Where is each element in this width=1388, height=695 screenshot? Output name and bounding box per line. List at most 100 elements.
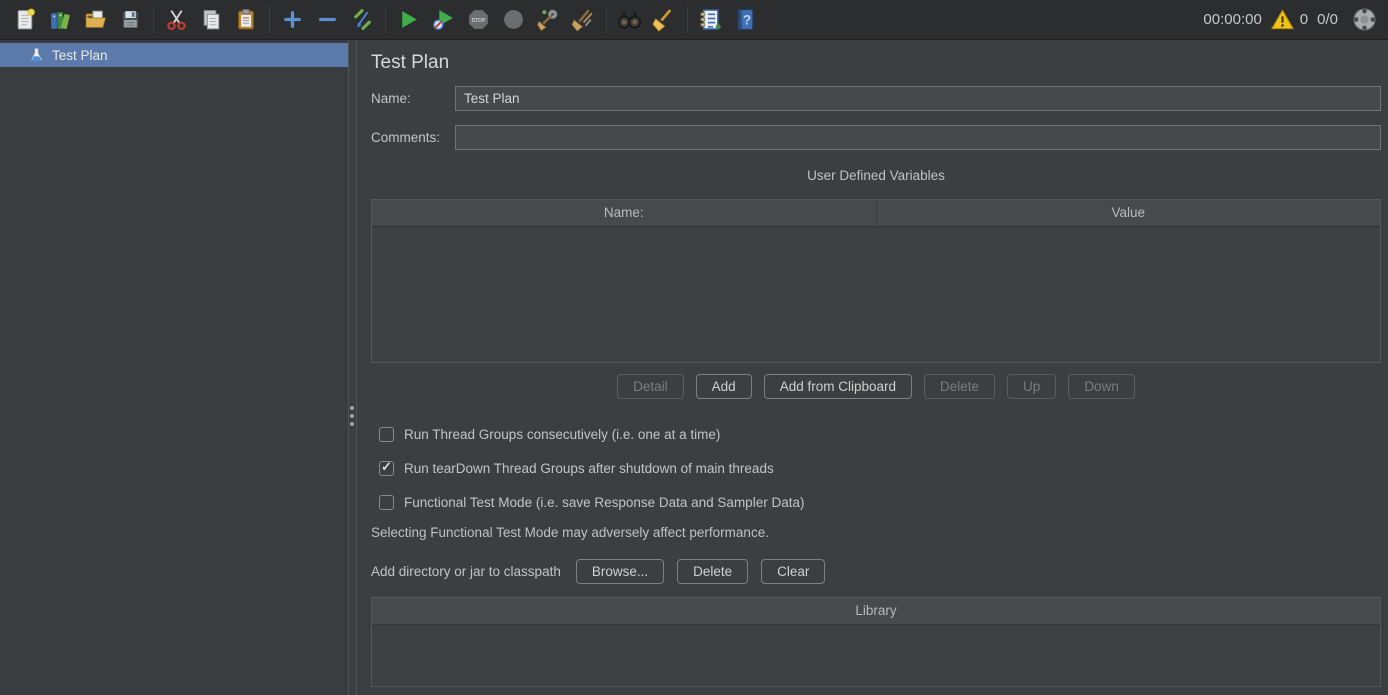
- page-title: Test Plan: [371, 52, 1381, 74]
- library-table: Library: [371, 597, 1381, 687]
- checkbox-icon[interactable]: [379, 495, 394, 510]
- function-helper-button[interactable]: [695, 5, 725, 35]
- save-button[interactable]: [115, 5, 145, 35]
- test-timer: 00:00:00: [1203, 11, 1261, 28]
- start-no-timers-button[interactable]: [428, 5, 458, 35]
- toggle-icon: [350, 7, 375, 32]
- splitter-grip-icon[interactable]: [350, 406, 354, 426]
- cut-icon: [164, 7, 189, 32]
- svg-text:STOP: STOP: [471, 18, 486, 24]
- checkbox-label: Functional Test Mode (i.e. save Response…: [404, 495, 804, 510]
- start-icon: [396, 7, 421, 32]
- clear-icon: [536, 7, 561, 32]
- add-button[interactable]: Add: [696, 374, 752, 399]
- log-errors-indicator[interactable]: 0: [1271, 9, 1308, 30]
- browse-button[interactable]: Browse...: [576, 559, 664, 584]
- checkbox-icon[interactable]: [379, 427, 394, 442]
- shutdown-button: [498, 5, 528, 35]
- save-icon: [118, 7, 143, 32]
- warning-icon: [1271, 9, 1294, 30]
- name-label: Name:: [371, 91, 455, 106]
- udv-buttons: Detail Add Add from Clipboard Delete Up …: [371, 374, 1381, 399]
- checkbox-label: Run Thread Groups consecutively (i.e. on…: [404, 427, 720, 442]
- udv-table-header: Name: Value: [372, 200, 1380, 227]
- function-helper-icon: [698, 7, 723, 32]
- detail-button[interactable]: Detail: [617, 374, 684, 399]
- svg-text:?: ?: [742, 13, 750, 28]
- test-plan-flask-icon: [29, 47, 44, 63]
- name-row: Name:: [371, 86, 1381, 111]
- up-button[interactable]: Up: [1007, 374, 1056, 399]
- content-area: Test Plan Test Plan Name: Comments: User…: [0, 40, 1388, 695]
- toolbar-separator: [269, 7, 270, 33]
- search-button[interactable]: [614, 5, 644, 35]
- add-from-clipboard-button[interactable]: Add from Clipboard: [764, 374, 912, 399]
- test-plan-tree: Test Plan: [0, 40, 348, 695]
- toolbar-separator: [153, 7, 154, 33]
- checkbox-icon[interactable]: [379, 461, 394, 476]
- clear-classpath-button[interactable]: Clear: [761, 559, 825, 584]
- templates-button[interactable]: [45, 5, 75, 35]
- tree-item-test-plan[interactable]: Test Plan: [0, 43, 348, 67]
- splitter[interactable]: [348, 40, 357, 695]
- copy-button[interactable]: [196, 5, 226, 35]
- clear-button[interactable]: [533, 5, 563, 35]
- udv-column-value[interactable]: Value: [876, 200, 1381, 226]
- clear-all-icon: [571, 7, 596, 32]
- checkbox-run-teardown[interactable]: Run tearDown Thread Groups after shutdow…: [371, 460, 1381, 477]
- start-no-timers-icon: [431, 7, 456, 32]
- functional-mode-note: Selecting Functional Test Mode may adver…: [371, 525, 1381, 542]
- paste-button[interactable]: [231, 5, 261, 35]
- new-file-button[interactable]: [10, 5, 40, 35]
- toggle-button[interactable]: [347, 5, 377, 35]
- name-input[interactable]: [455, 86, 1381, 111]
- checkbox-functional-test-mode[interactable]: Functional Test Mode (i.e. save Response…: [371, 494, 1381, 511]
- open-file-button[interactable]: [80, 5, 110, 35]
- udv-column-name[interactable]: Name:: [372, 200, 876, 226]
- checkbox-label: Run tearDown Thread Groups after shutdow…: [404, 461, 774, 476]
- search-icon: [617, 7, 642, 32]
- test-state-wheel-icon: [1351, 6, 1378, 33]
- toolbar-separator: [606, 7, 607, 33]
- library-column: Library: [372, 598, 1380, 624]
- delete-variable-button[interactable]: Delete: [924, 374, 995, 399]
- search-reset-button[interactable]: [649, 5, 679, 35]
- help-icon: ?: [733, 7, 758, 32]
- comments-label: Comments:: [371, 130, 455, 145]
- expand-all-icon: [280, 7, 305, 32]
- log-error-count: 0: [1300, 11, 1308, 28]
- test-plan-panel: Test Plan Name: Comments: User Defined V…: [357, 40, 1388, 695]
- comments-input[interactable]: [455, 125, 1381, 150]
- clear-all-button[interactable]: [568, 5, 598, 35]
- toolbar-separator: [687, 7, 688, 33]
- cut-button[interactable]: [161, 5, 191, 35]
- open-file-icon: [83, 7, 108, 32]
- udv-table-body[interactable]: [372, 227, 1380, 362]
- shutdown-icon: [501, 7, 526, 32]
- toolbar-status: 00:00:00 0 0/0: [1203, 6, 1378, 33]
- start-button[interactable]: [393, 5, 423, 35]
- search-reset-icon: [652, 7, 677, 32]
- run-options: Run Thread Groups consecutively (i.e. on…: [371, 426, 1381, 511]
- down-button[interactable]: Down: [1068, 374, 1135, 399]
- help-button[interactable]: ?: [730, 5, 760, 35]
- templates-icon: [48, 7, 73, 32]
- library-table-header: Library: [372, 598, 1380, 625]
- stop-icon: STOP: [466, 7, 491, 32]
- tree-item-label: Test Plan: [52, 48, 108, 63]
- checkbox-run-consecutively[interactable]: Run Thread Groups consecutively (i.e. on…: [371, 426, 1381, 443]
- udv-title: User Defined Variables: [371, 168, 1381, 186]
- delete-classpath-button[interactable]: Delete: [677, 559, 748, 584]
- collapse-all-icon: [315, 7, 340, 32]
- new-file-icon: [13, 7, 38, 32]
- library-table-body[interactable]: [372, 625, 1380, 686]
- expand-all-button[interactable]: [277, 5, 307, 35]
- classpath-label: Add directory or jar to classpath: [371, 564, 561, 579]
- stop-button: STOP: [463, 5, 493, 35]
- udv-table: Name: Value: [371, 199, 1381, 363]
- paste-icon: [234, 7, 259, 32]
- toolbar-separator: [385, 7, 386, 33]
- jmeter-window: STOP ? 00:00:00 0: [0, 0, 1388, 695]
- collapse-all-button[interactable]: [312, 5, 342, 35]
- copy-icon: [199, 7, 224, 32]
